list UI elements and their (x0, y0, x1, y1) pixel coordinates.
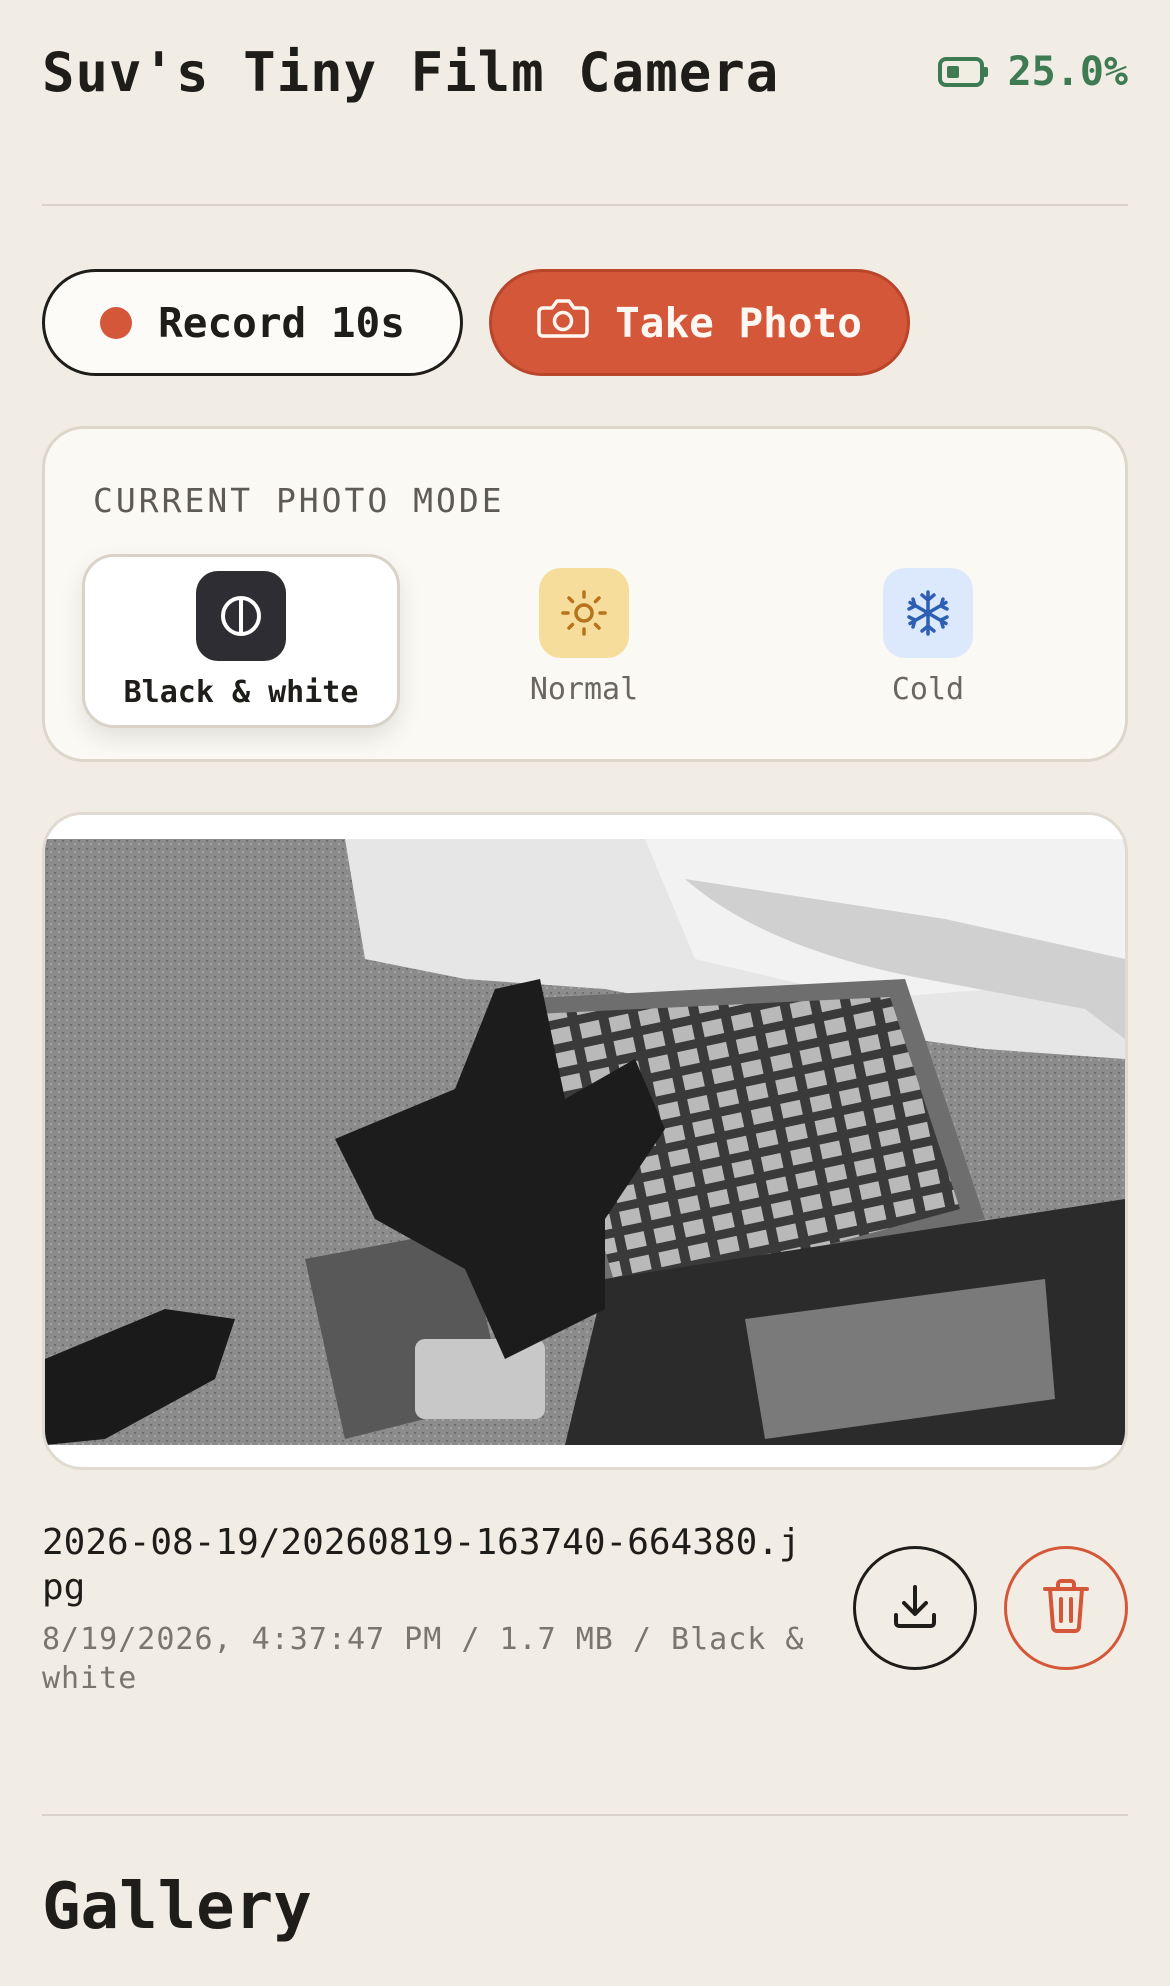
photo-preview-card (42, 812, 1128, 1470)
mode-option-black-white[interactable]: Black & white (82, 554, 400, 728)
app-page: Suv's Tiny Film Camera 25.0% Record 10s (0, 0, 1170, 1986)
download-icon (888, 1579, 942, 1637)
camera-icon (537, 296, 589, 350)
delete-button[interactable] (1004, 1546, 1128, 1670)
record-button-label: Record 10s (158, 298, 405, 347)
photo-preview[interactable] (45, 839, 1125, 1445)
mode-label: Black & white (123, 675, 359, 710)
trash-icon (1039, 1577, 1093, 1639)
photo-mode-card: CURRENT PHOTO MODE Black & white Normal … (42, 426, 1128, 762)
header: Suv's Tiny Film Camera 25.0% (42, 36, 1128, 108)
photo-file-info: 2026-08-19/20260819-163740-664380.jpg 8/… (42, 1520, 822, 1698)
record-button[interactable]: Record 10s (42, 269, 463, 376)
download-button[interactable] (853, 1546, 977, 1670)
battery-level: 25.0% (1007, 49, 1128, 95)
photo-metadata: 8/19/2026, 4:37:47 PM / 1.7 MB / Black &… (42, 1622, 805, 1696)
battery-icon (937, 56, 990, 88)
mode-label: Cold (891, 672, 965, 707)
record-dot-icon (100, 306, 133, 339)
photo-filename: 2026-08-19/20260819-163740-664380.jpg (42, 1522, 801, 1608)
gallery-divider (42, 1814, 1128, 1816)
mode-heading: CURRENT PHOTO MODE (93, 481, 505, 520)
sun-icon (539, 568, 629, 658)
gallery-title: Gallery (42, 1870, 312, 1944)
mode-label: Normal (529, 672, 639, 707)
app-title: Suv's Tiny Film Camera (42, 40, 780, 104)
battery-status: 25.0% (937, 49, 1128, 95)
take-photo-label: Take Photo (615, 298, 862, 347)
mode-option-cold[interactable]: Cold (769, 554, 1087, 728)
header-divider (42, 204, 1128, 206)
mode-option-normal[interactable]: Normal (425, 554, 743, 728)
snowflake-icon (883, 568, 973, 658)
contrast-icon (196, 571, 286, 661)
capture-actions: Record 10s Take Photo (42, 269, 910, 376)
take-photo-button[interactable]: Take Photo (489, 269, 910, 376)
